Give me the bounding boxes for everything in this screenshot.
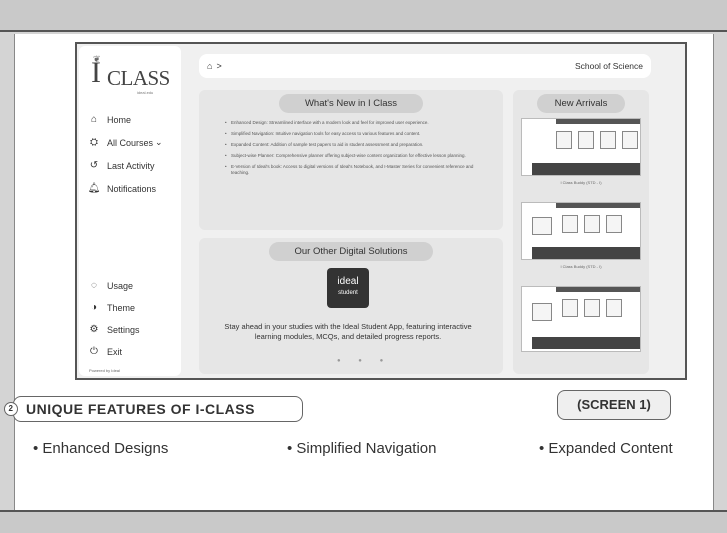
- breadcrumb-separator: >: [216, 61, 222, 71]
- sidebar-item-label: Theme: [107, 302, 136, 313]
- digital-solutions-text: Stay ahead in your studies with the Idea…: [224, 322, 472, 341]
- book-caption: I Class Buddy (STD - I): [560, 264, 602, 269]
- sidebar-item-last-activity[interactable]: ↺ Last Activity: [87, 160, 181, 171]
- carousel-dots[interactable]: ● ● ●: [337, 358, 391, 364]
- feature-item: • Expanded Content: [539, 440, 673, 457]
- sidebar-item-label: All Courses: [107, 137, 154, 148]
- app-logo-line2: student: [338, 290, 358, 296]
- new-arrivals-panel: New Arrivals I Class Buddy (STD - I) I C…: [513, 90, 649, 374]
- history-icon: ↺: [89, 160, 99, 171]
- logo-letter: I: [91, 56, 101, 89]
- sidebar-item-label: Notifications: [107, 183, 157, 194]
- main-content: ⌂ > School of Science What's New in I Cl…: [189, 50, 685, 376]
- school-name: School of Science: [574, 61, 643, 71]
- sidebar-item-label: Exit: [107, 346, 123, 357]
- book-thumbnail[interactable]: [521, 286, 641, 352]
- list-item: Subject-wise Planner: Comprehensive plan…: [225, 153, 489, 159]
- book-caption: I Class Buddy (STD - I): [560, 180, 602, 185]
- sidebar-item-label: Usage: [107, 280, 134, 291]
- logo-tag: ideal.edu: [137, 90, 154, 95]
- book-thumbnail[interactable]: [521, 118, 641, 176]
- app-screenshot: ❦ I CLASS ideal.edu ⌂ Home ⛭ All Courses…: [75, 42, 687, 380]
- sidebar-item-exit[interactable]: ⏻ Exit: [87, 346, 181, 357]
- chevron-down-icon: ⌄: [155, 137, 163, 147]
- list-item: Enhanced Design: Streamlined interface w…: [225, 120, 489, 126]
- digital-solutions-panel: Our Other Digital Solutions ideal studen…: [199, 238, 503, 374]
- sidebar-item-usage[interactable]: ◌ Usage: [87, 280, 181, 291]
- sidebar-item-label: Last Activity: [107, 160, 155, 171]
- sidebar-item-settings[interactable]: ⚙ Settings: [87, 324, 181, 335]
- new-arrivals-title: New Arrivals: [537, 94, 625, 113]
- list-item: E-Version of Ideal's book: Access to dig…: [225, 164, 489, 176]
- iclass-logo: ❦ I CLASS ideal.edu: [91, 54, 171, 96]
- feature-item: • Simplified Navigation: [287, 440, 437, 457]
- section-number: 2: [4, 402, 18, 416]
- app-logo-line1: ideal: [337, 276, 359, 287]
- document-page: ❦ I CLASS ideal.edu ⌂ Home ⛭ All Courses…: [4, 34, 714, 510]
- book-thumbnail[interactable]: [521, 202, 641, 260]
- bell-icon: 🔔︎: [87, 183, 101, 194]
- ideal-student-app-logo[interactable]: ideal student: [327, 268, 369, 308]
- whats-new-title: What's New in I Class: [279, 94, 423, 113]
- usage-icon: ◌: [91, 280, 97, 291]
- breadcrumb: ⌂ > School of Science: [199, 54, 651, 78]
- sidebar-item-label: Settings: [107, 324, 140, 335]
- sidebar-item-theme[interactable]: ◑ Theme: [87, 302, 181, 313]
- powered-by-credit: Powered by Ideal: [89, 368, 120, 373]
- graduation-cap-icon: ⛭: [90, 137, 98, 148]
- sidebar-item-home[interactable]: ⌂ Home: [87, 114, 181, 125]
- unique-features-heading: 2 UNIQUE FEATURES OF I-CLASS: [4, 396, 303, 422]
- logo-word: CLASS: [107, 66, 170, 90]
- bottom-band: [0, 510, 727, 533]
- screen-label: (SCREEN 1): [557, 390, 671, 420]
- sidebar-item-label: Home: [107, 114, 132, 125]
- top-band: [0, 0, 727, 32]
- unique-features-title: UNIQUE FEATURES OF I-CLASS: [26, 401, 255, 417]
- sidebar-item-notifications[interactable]: 🔔︎ Notifications: [87, 183, 181, 194]
- home-icon[interactable]: ⌂: [207, 61, 212, 71]
- digital-solutions-title: Our Other Digital Solutions: [269, 242, 433, 261]
- list-item: Expanded Content: Addition of sample tes…: [225, 142, 489, 148]
- theme-icon: ◑: [90, 302, 98, 313]
- list-item: Simplified Navigation: Intuitive navigat…: [225, 131, 489, 137]
- sidebar: ❦ I CLASS ideal.edu ⌂ Home ⛭ All Courses…: [79, 46, 181, 376]
- home-icon: ⌂: [90, 114, 98, 125]
- whats-new-panel: What's New in I Class Enhanced Design: S…: [199, 90, 503, 230]
- gear-icon: ⚙: [89, 324, 99, 335]
- power-icon: ⏻: [90, 346, 98, 357]
- feature-item: • Enhanced Designs: [33, 440, 169, 457]
- sidebar-item-all-courses[interactable]: ⛭ All Courses ⌄: [87, 137, 181, 148]
